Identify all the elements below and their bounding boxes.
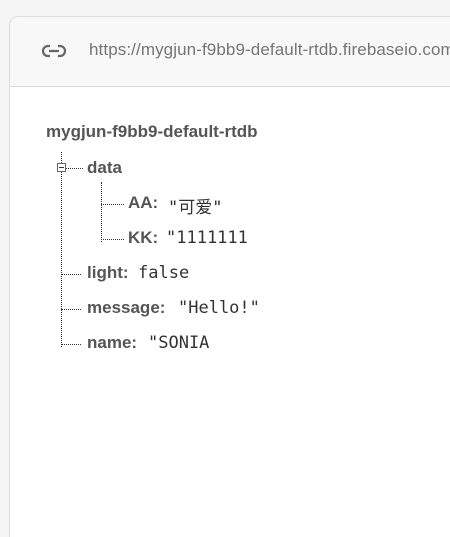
database-tree: mygjun-f9bb9-default-rtdb data AA: "可爱" … <box>10 17 450 537</box>
node-message-key[interactable]: message: <box>87 298 165 318</box>
tree-line <box>61 274 81 275</box>
node-light-key[interactable]: light: <box>87 263 129 283</box>
node-aa-value[interactable]: "可爱" <box>168 193 222 218</box>
node-message-value[interactable]: "Hello!" <box>178 298 260 318</box>
tree-line <box>61 309 81 310</box>
node-kk-key[interactable]: KK: <box>128 228 158 248</box>
node-data-key[interactable]: data <box>87 158 122 178</box>
tree-line <box>66 168 83 169</box>
tree-line <box>61 344 81 345</box>
tree-line <box>61 152 62 347</box>
node-name-key[interactable]: name: <box>87 333 137 353</box>
tree-line <box>101 204 124 205</box>
tree-line <box>101 182 102 242</box>
collapse-toggle-icon[interactable] <box>57 163 66 172</box>
node-light-value[interactable]: false <box>138 263 189 283</box>
node-kk-value[interactable]: "1111111 <box>166 228 248 248</box>
node-aa-key[interactable]: AA: <box>128 193 158 213</box>
database-panel: https://mygjun-f9bb9-default-rtdb.fireba… <box>10 17 450 537</box>
root-node-label[interactable]: mygjun-f9bb9-default-rtdb <box>46 122 258 142</box>
node-name-value[interactable]: "SONIA <box>148 333 209 353</box>
tree-line <box>101 239 124 240</box>
